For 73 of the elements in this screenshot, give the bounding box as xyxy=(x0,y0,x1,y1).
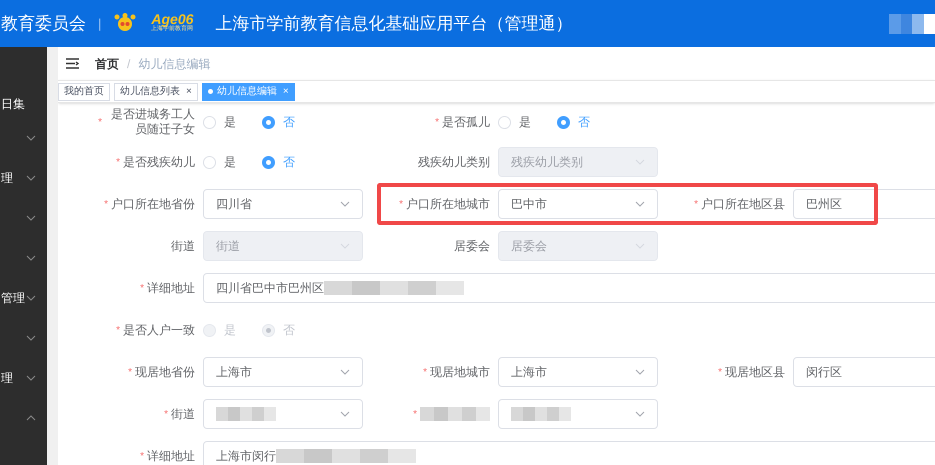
chevron-down-icon xyxy=(340,243,350,249)
select-field[interactable] xyxy=(498,399,658,429)
field-label: 居委会 xyxy=(454,238,490,254)
field-label: 现居地省份 xyxy=(135,364,195,380)
radio-checked-icon xyxy=(262,116,275,128)
radio-option[interactable]: 是 xyxy=(498,113,531,131)
required-mark: * xyxy=(399,198,403,212)
field-label: 户口所在地省份 xyxy=(111,196,195,212)
breadcrumb-separator: / xyxy=(127,56,130,72)
input-field[interactable]: 闵行区 xyxy=(793,357,935,387)
select-field[interactable]: 上海市 xyxy=(203,357,363,387)
input-field[interactable]: 巴州区 xyxy=(793,189,935,219)
sidebar-item[interactable]: 理 xyxy=(0,158,47,198)
radio-icon xyxy=(203,324,216,336)
page-tab[interactable]: 我的首页 xyxy=(58,82,110,100)
header-separator: | xyxy=(98,14,102,33)
chevron-down-icon xyxy=(340,201,350,207)
input-field[interactable]: 四川省巴中市巴州区 xyxy=(203,273,935,303)
select-field[interactable] xyxy=(203,399,363,429)
select-field[interactable]: 巴中市 xyxy=(498,189,658,219)
chevron-down-icon xyxy=(635,411,645,417)
field-label: 详细地址 xyxy=(147,280,195,296)
sidebar-item[interactable]: 日集 xyxy=(1,90,47,118)
menu-icon[interactable] xyxy=(66,58,79,69)
required-mark: * xyxy=(140,282,144,296)
required-mark: * xyxy=(435,116,439,130)
field-label: 现居地区县 xyxy=(725,364,785,380)
required-mark: * xyxy=(116,156,120,170)
field-label: 是否进城务工人员随迁子女 xyxy=(110,107,195,137)
select-field[interactable]: 四川省 xyxy=(203,189,363,219)
platform-title: 上海市学前教育信息化基础应用平台（管理通） xyxy=(215,12,572,35)
radio-icon xyxy=(203,156,216,168)
chevron-down-icon xyxy=(340,369,350,375)
field-label: 街道 xyxy=(171,406,195,422)
page-tab[interactable]: 幼儿信息列表 × xyxy=(114,82,198,100)
radio-icon xyxy=(203,116,216,128)
radio-icon xyxy=(498,116,511,128)
radio-checked-icon xyxy=(262,156,275,168)
chevron-down-icon xyxy=(635,159,645,165)
field-label: 是否人户一致 xyxy=(123,322,195,338)
field-label: 街道 xyxy=(171,238,195,254)
required-mark: * xyxy=(140,450,144,464)
radio-option[interactable]: 是 xyxy=(203,153,236,171)
required-mark: * xyxy=(128,366,132,380)
field-label: 户口所在地城市 xyxy=(406,196,490,212)
required-mark: * xyxy=(423,366,427,380)
close-icon[interactable]: × xyxy=(186,84,192,99)
select-field[interactable]: 上海市 xyxy=(498,357,658,387)
required-mark: * xyxy=(413,408,417,422)
field-label: 残疾幼儿类别 xyxy=(418,154,490,170)
required-mark: * xyxy=(694,198,698,212)
breadcrumb-link[interactable]: 首页 xyxy=(95,54,119,72)
field-label: 是否残疾幼儿 xyxy=(123,154,195,170)
radio-checked-icon xyxy=(557,116,570,128)
field-label: 户口所在地区县 xyxy=(701,196,785,212)
required-mark: * xyxy=(164,408,168,422)
radio-checked-icon xyxy=(262,324,275,336)
chevron-down-icon xyxy=(340,411,350,417)
required-mark: * xyxy=(98,116,102,130)
field-label: 现居地城市 xyxy=(430,364,490,380)
sidebar-item[interactable]: 理 xyxy=(0,358,47,398)
radio-option[interactable]: 是 xyxy=(203,113,236,131)
org-name: 教育委员会 xyxy=(1,12,86,35)
field-label: 详细地址 xyxy=(147,448,195,464)
chevron-down-icon xyxy=(635,201,645,207)
sidebar-item[interactable]: 管理 xyxy=(0,278,47,318)
required-mark: * xyxy=(104,198,108,212)
input-field[interactable]: 上海市闵行 xyxy=(203,441,935,465)
field-label: 是否孤儿 xyxy=(442,114,490,130)
required-mark: * xyxy=(116,324,120,338)
chevron-down-icon xyxy=(635,369,645,375)
required-mark: * xyxy=(718,366,722,380)
chevron-down-icon xyxy=(635,243,645,249)
